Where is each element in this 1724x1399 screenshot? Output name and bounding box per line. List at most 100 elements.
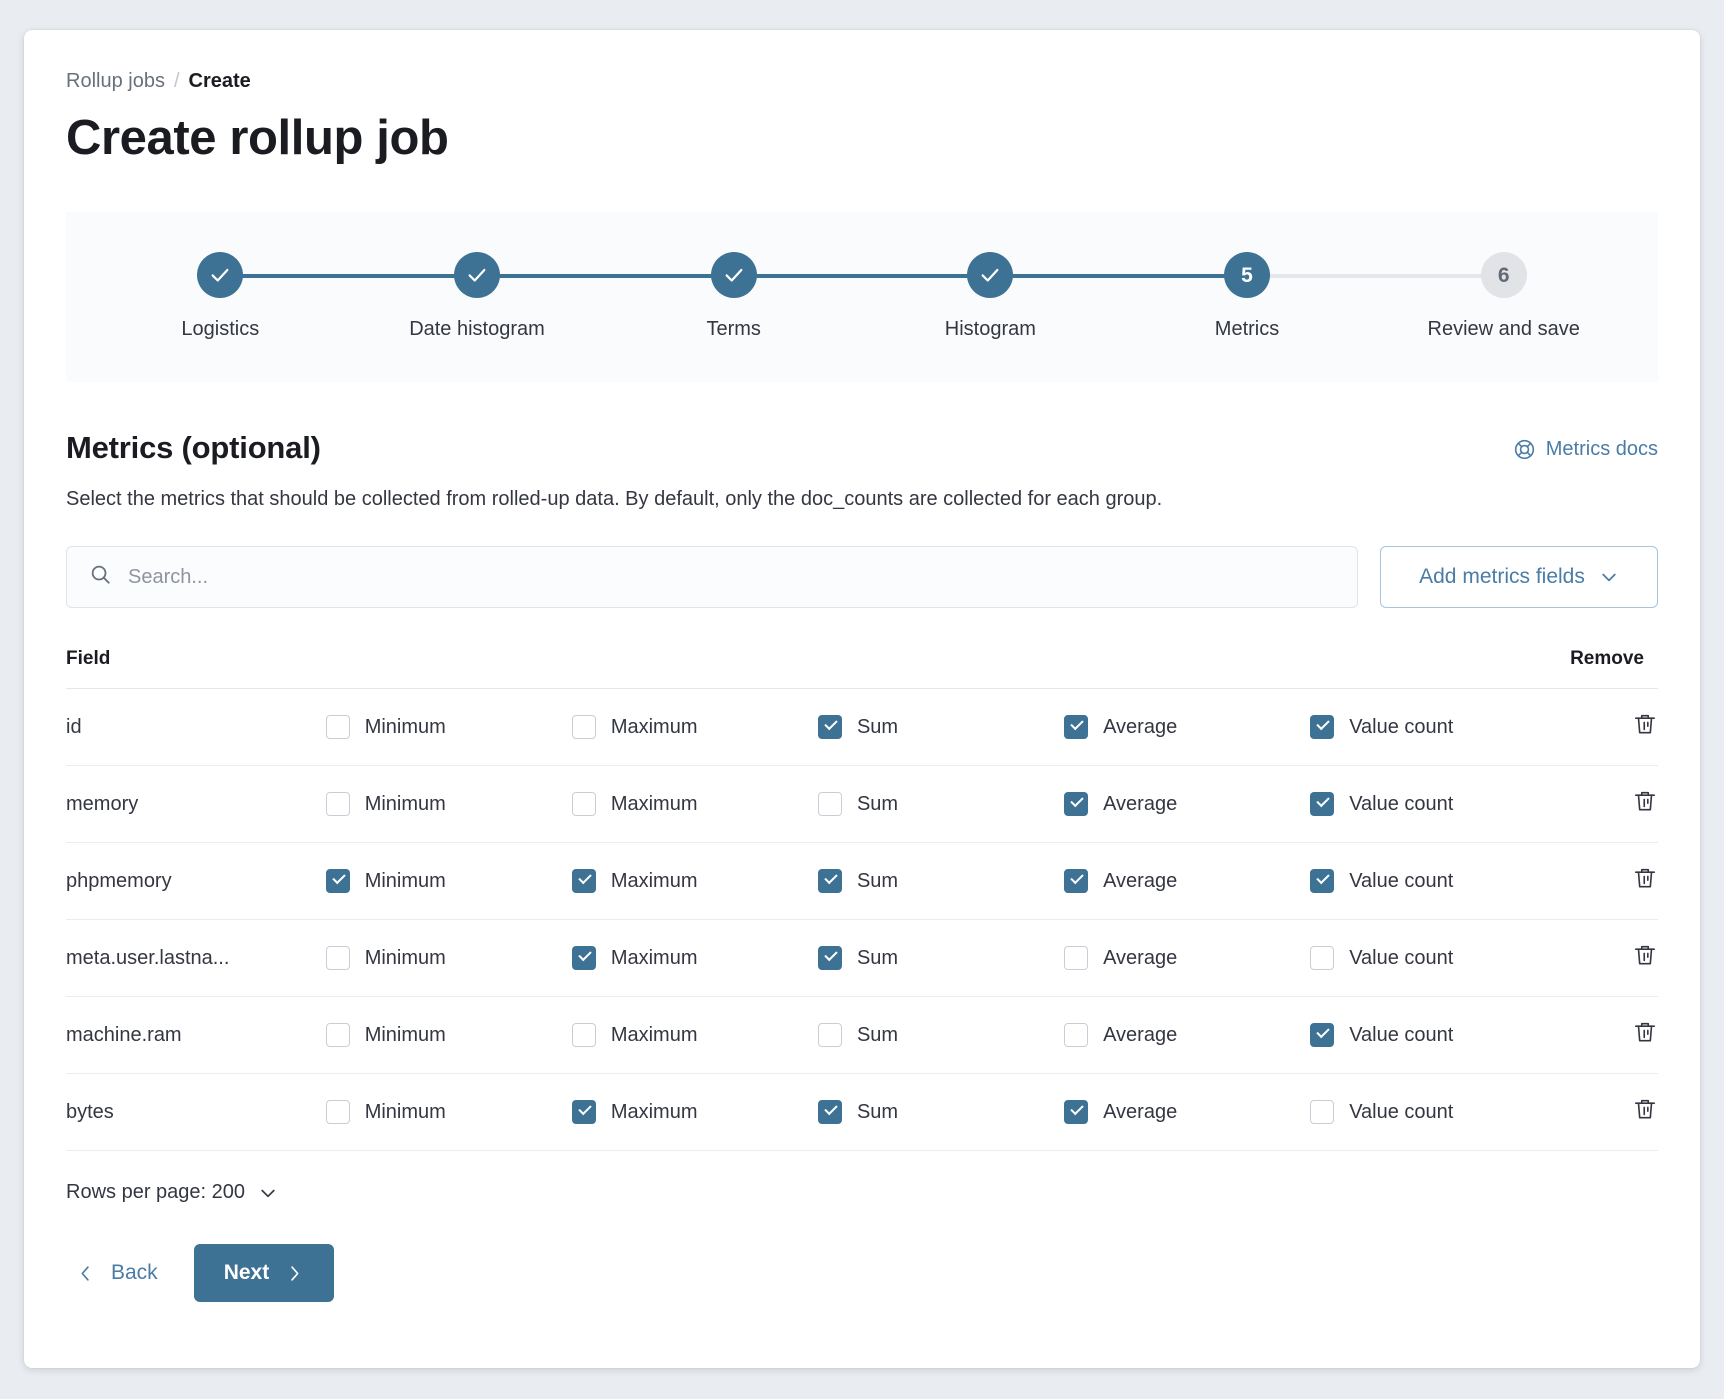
metric-cell-value-count: Value count	[1310, 688, 1557, 766]
back-button[interactable]: Back	[66, 1261, 168, 1285]
checkbox-box-average[interactable]	[1064, 1100, 1089, 1124]
checkbox-box-value-count[interactable]	[1310, 1100, 1335, 1124]
checkbox-box-sum[interactable]	[817, 869, 842, 893]
checkbox-box-maximum[interactable]	[571, 792, 596, 816]
checkbox-minimum[interactable]: Minimum	[325, 715, 572, 739]
checkbox-box-maximum[interactable]	[571, 946, 596, 970]
checkbox-average[interactable]: Average	[1064, 1023, 1310, 1047]
checkbox-box-average[interactable]	[1064, 869, 1089, 893]
checkbox-box-maximum[interactable]	[571, 1023, 596, 1047]
search-icon	[89, 563, 112, 591]
checkbox-box-sum[interactable]	[817, 1100, 842, 1124]
metric-cell-maximum: Maximum	[571, 842, 818, 920]
checkbox-box-minimum[interactable]	[325, 715, 350, 739]
checkbox-box-maximum[interactable]	[571, 1100, 596, 1124]
metric-cell-maximum: Maximum	[571, 688, 818, 766]
rows-per-page-selector[interactable]: Rows per page: 200	[66, 1181, 278, 1204]
stepper-step-histogram[interactable]: Histogram	[862, 252, 1248, 341]
checkbox-maximum[interactable]: Maximum	[571, 1100, 818, 1124]
checkbox-sum[interactable]: Sum	[817, 869, 1064, 893]
checkbox-box-sum[interactable]	[817, 792, 842, 816]
checkbox-box-average[interactable]	[1064, 715, 1089, 739]
checkbox-maximum[interactable]: Maximum	[571, 946, 818, 970]
checkbox-box-value-count[interactable]	[1310, 715, 1335, 739]
search-field-container[interactable]	[66, 546, 1358, 608]
stepper-step-logistics[interactable]: Logistics	[92, 252, 477, 341]
checkbox-minimum[interactable]: Minimum	[325, 869, 572, 893]
checkbox-minimum[interactable]: Minimum	[325, 1100, 572, 1124]
trash-icon	[1634, 791, 1656, 811]
search-input[interactable]	[128, 565, 1270, 589]
checkbox-value-count[interactable]: Value count	[1310, 869, 1556, 893]
stepper-circle-logistics	[197, 252, 244, 298]
table-row: bytes Minimum Maximum Sum Average Value count	[66, 1073, 1658, 1151]
stepper-circle-terms	[710, 252, 757, 298]
metric-cell-minimum: Minimum	[325, 842, 572, 920]
remove-field-button[interactable]	[1632, 1096, 1658, 1128]
stepper-step-review-and-save[interactable]: 6 Review and save	[1375, 252, 1632, 341]
checkbox-box-maximum[interactable]	[571, 869, 596, 893]
breadcrumb-separator: /	[173, 69, 180, 92]
breadcrumb-link-rollup-jobs[interactable]: Rollup jobs	[66, 70, 165, 93]
checkbox-average[interactable]: Average	[1064, 1100, 1310, 1124]
metrics-section-header: Metrics (optional) Metrics docs	[66, 430, 1658, 466]
checkbox-minimum[interactable]: Minimum	[325, 792, 572, 816]
stepper-step-date-histogram[interactable]: Date histogram	[349, 252, 734, 341]
checkbox-sum[interactable]: Sum	[817, 715, 1064, 739]
checkbox-label-minimum: Minimum	[364, 792, 446, 815]
checkbox-box-minimum[interactable]	[325, 869, 350, 893]
checkbox-average[interactable]: Average	[1064, 869, 1310, 893]
checkbox-value-count[interactable]: Value count	[1310, 1023, 1556, 1047]
checkbox-box-minimum[interactable]	[325, 792, 350, 816]
trash-icon	[1634, 945, 1656, 965]
stepper-step-terms[interactable]: Terms	[605, 252, 991, 341]
checkbox-box-value-count[interactable]	[1310, 946, 1335, 970]
checkbox-value-count[interactable]: Value count	[1310, 946, 1556, 970]
remove-field-button[interactable]	[1632, 942, 1658, 974]
checkbox-box-sum[interactable]	[817, 946, 842, 970]
remove-field-button[interactable]	[1632, 788, 1658, 820]
table-row: memory Minimum Maximum Sum Average Value coun…	[66, 765, 1658, 843]
checkbox-label-maximum: Maximum	[610, 792, 698, 815]
remove-field-button[interactable]	[1632, 711, 1658, 743]
checkbox-box-sum[interactable]	[817, 715, 842, 739]
checkbox-average[interactable]: Average	[1064, 946, 1310, 970]
checkbox-value-count[interactable]: Value count	[1310, 715, 1556, 739]
checkbox-box-value-count[interactable]	[1310, 792, 1335, 816]
checkbox-box-sum[interactable]	[817, 1023, 842, 1047]
checkbox-box-minimum[interactable]	[325, 1100, 350, 1124]
checkbox-minimum[interactable]: Minimum	[325, 1023, 572, 1047]
checkbox-maximum[interactable]: Maximum	[571, 792, 818, 816]
checkbox-value-count[interactable]: Value count	[1310, 792, 1556, 816]
checkbox-sum[interactable]: Sum	[817, 1023, 1064, 1047]
stepper-label-terms: Terms	[706, 318, 761, 340]
checkbox-maximum[interactable]: Maximum	[571, 869, 818, 893]
check-icon	[981, 268, 999, 282]
checkbox-box-maximum[interactable]	[571, 715, 596, 739]
remove-field-button[interactable]	[1632, 1019, 1658, 1051]
checkbox-box-minimum[interactable]	[325, 946, 350, 970]
checkbox-maximum[interactable]: Maximum	[571, 715, 818, 739]
metric-cell-minimum: Minimum	[325, 1073, 572, 1151]
remove-field-button[interactable]	[1632, 865, 1658, 897]
checkbox-average[interactable]: Average	[1064, 715, 1310, 739]
checkbox-box-value-count[interactable]	[1310, 869, 1335, 893]
checkbox-minimum[interactable]: Minimum	[325, 946, 572, 970]
checkbox-sum[interactable]: Sum	[817, 946, 1064, 970]
checkbox-box-average[interactable]	[1064, 792, 1089, 816]
metrics-docs-link[interactable]: Metrics docs	[1513, 438, 1658, 461]
checkbox-box-average[interactable]	[1064, 1023, 1089, 1047]
checkbox-average[interactable]: Average	[1064, 792, 1310, 816]
checkbox-box-value-count[interactable]	[1310, 1023, 1335, 1047]
breadcrumb-current-create: Create	[188, 69, 251, 92]
checkbox-maximum[interactable]: Maximum	[571, 1023, 818, 1047]
checkbox-sum[interactable]: Sum	[817, 1100, 1064, 1124]
checkbox-box-average[interactable]	[1064, 946, 1089, 970]
add-metrics-fields-button[interactable]: Add metrics fields	[1380, 546, 1658, 608]
checkbox-sum[interactable]: Sum	[817, 792, 1064, 816]
checkbox-value-count[interactable]: Value count	[1310, 1100, 1556, 1124]
next-button[interactable]: Next	[193, 1244, 335, 1302]
checkbox-box-minimum[interactable]	[325, 1023, 350, 1047]
stepper-step-metrics[interactable]: 5 Metrics	[1119, 252, 1504, 341]
table-row: phpmemory Minimum Maximum Sum Average Value c…	[66, 842, 1658, 920]
